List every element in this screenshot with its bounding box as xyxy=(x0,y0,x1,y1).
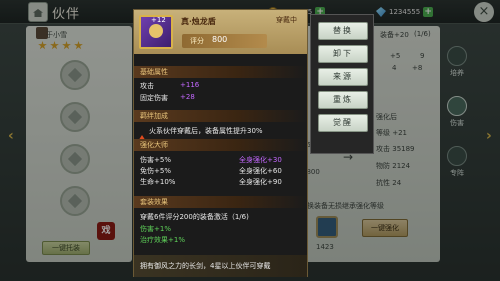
action-menu: 替换 卸下 来源 重炼 觉醒 xyxy=(310,14,374,154)
reforge-button[interactable]: 重炼 xyxy=(318,91,368,109)
section-bond: 羁绊加成 xyxy=(134,110,307,122)
section-master: 强化大师 xyxy=(134,139,307,151)
unequip-button[interactable]: 卸下 xyxy=(318,45,368,63)
item-description: 拥有御风之力的长剑，4星以上伙伴可穿戴 xyxy=(134,255,307,277)
awaken-button[interactable]: 觉醒 xyxy=(318,114,368,132)
tooltip-header: +12 真·烛龙盾 穿戴中 评分 800 xyxy=(134,10,307,54)
item-tooltip: +12 真·烛龙盾 穿戴中 评分 800 基础属性 攻击 +116 固定伤害 +… xyxy=(133,9,308,277)
shield-icon: +12 xyxy=(139,15,173,49)
section-set: 套装效果 xyxy=(134,196,307,208)
replace-button[interactable]: 替换 xyxy=(318,22,368,40)
equipped-badge: 穿戴中 xyxy=(276,16,297,24)
section-basic: 基础属性 xyxy=(134,66,307,78)
enhance-level: +12 xyxy=(151,16,166,24)
item-score: 800 xyxy=(212,35,228,44)
source-button[interactable]: 来源 xyxy=(318,68,368,86)
item-name: 真·烛龙盾 xyxy=(181,16,216,26)
